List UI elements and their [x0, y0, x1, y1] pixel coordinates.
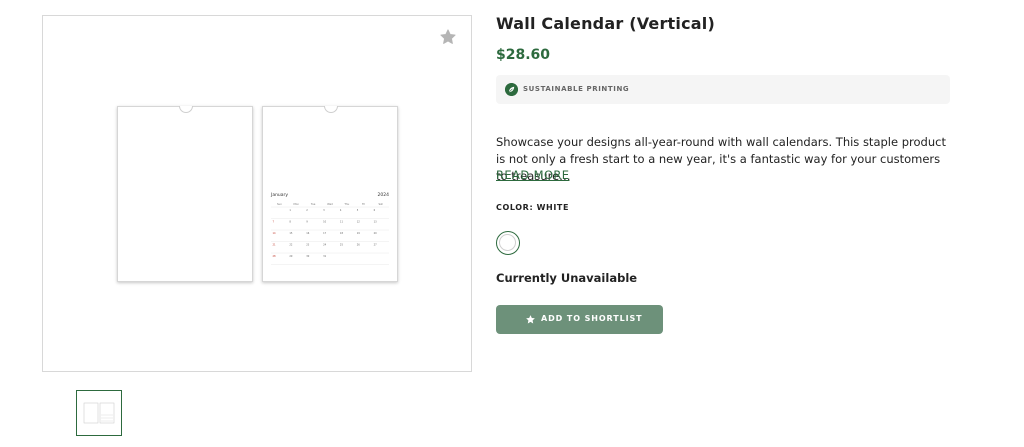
hanging-hole	[179, 106, 193, 113]
calendar-day-number: 22	[289, 244, 293, 247]
calendar-day-number: 10	[323, 221, 327, 224]
calendar-grid: Sun Mon Tue Wed Thu Fri Sat 1 2 3 4 5 6 7 8 9 10 11 12 13 14…	[271, 201, 389, 267]
calendar-day-number: 16	[306, 232, 310, 235]
calendar-day-number: 5	[357, 209, 359, 212]
calendar-day-number: 1	[289, 209, 291, 212]
calendar-month-page: January 2024 Sun Mon Tue Wed Thu Fri Sat 1 2 3 4 5 6…	[262, 106, 398, 282]
calendar-day-number: 15	[289, 232, 293, 235]
thumbnail-preview	[83, 402, 115, 424]
color-label: COLOR: WHITE	[496, 203, 570, 212]
calendar-day-number: 14	[273, 232, 277, 235]
product-price: $28.60	[496, 47, 551, 63]
calendar-weekday-label: Mon	[294, 202, 300, 206]
star-icon	[526, 315, 535, 324]
calendar-day-number: 20	[374, 232, 378, 235]
calendar-day-number: 29	[289, 255, 293, 258]
calendar-day-number: 17	[323, 232, 327, 235]
calendar-day-number: 28	[273, 255, 277, 258]
product-title: Wall Calendar (Vertical)	[496, 14, 715, 33]
swatch-fill	[499, 234, 516, 251]
calendar-day-number: 6	[374, 209, 376, 212]
product-image-main[interactable]: January 2024 Sun Mon Tue Wed Thu Fri Sat 1 2 3 4 5 6…	[42, 15, 472, 372]
calendar-day-number: 24	[323, 244, 327, 247]
calendar-day-number: 13	[374, 221, 378, 224]
calendar-weekday-label: Fri	[362, 202, 365, 206]
calendar-year-label: 2024	[377, 193, 389, 198]
calendar-day-number: 4	[340, 209, 342, 212]
calendar-day-number: 25	[340, 244, 344, 247]
calendar-day-number: 26	[357, 244, 361, 247]
calendar-day-number: 27	[374, 244, 378, 247]
calendar-weekday-label: Sat	[378, 202, 382, 206]
add-to-shortlist-button[interactable]: ADD TO SHORTLIST	[496, 305, 663, 334]
leaf-icon	[505, 83, 518, 96]
calendar-day-number: 21	[273, 244, 277, 247]
calendar-day-number: 12	[357, 221, 361, 224]
badge-label: SUSTAINABLE PRINTING	[523, 85, 630, 93]
calendar-weekday-label: Thu	[344, 202, 349, 206]
calendar-weekday-label: Tue	[311, 202, 316, 206]
calendar-day-number: 18	[340, 232, 344, 235]
read-more-link[interactable]: READ MORE	[496, 168, 569, 182]
calendar-day-number: 23	[306, 244, 310, 247]
calendar-weekday-label: Sun	[277, 202, 282, 206]
calendar-day-number: 19	[357, 232, 361, 235]
calendar-day-number: 2	[306, 209, 308, 212]
calendar-day-number: 9	[306, 221, 308, 224]
sustainable-badge: SUSTAINABLE PRINTING	[496, 75, 950, 104]
calendar-day-number: 30	[306, 255, 310, 258]
calendar-front-page	[117, 106, 253, 282]
calendar-day-number: 31	[323, 255, 327, 258]
calendar-day-number: 7	[273, 221, 275, 224]
calendar-day-number: 11	[340, 221, 344, 224]
calendar-day-number: 3	[323, 209, 325, 212]
star-icon[interactable]	[439, 28, 457, 46]
calendar-day-number: 8	[289, 221, 291, 224]
hanging-hole	[324, 106, 338, 113]
availability-status: Currently Unavailable	[496, 271, 638, 285]
shortlist-button-label: ADD TO SHORTLIST	[541, 314, 643, 323]
calendar-month-label: January	[271, 193, 289, 198]
thumbnail-image[interactable]	[76, 390, 122, 436]
color-swatch-white[interactable]	[496, 231, 520, 255]
calendar-weekday-label: Wed	[327, 202, 333, 206]
